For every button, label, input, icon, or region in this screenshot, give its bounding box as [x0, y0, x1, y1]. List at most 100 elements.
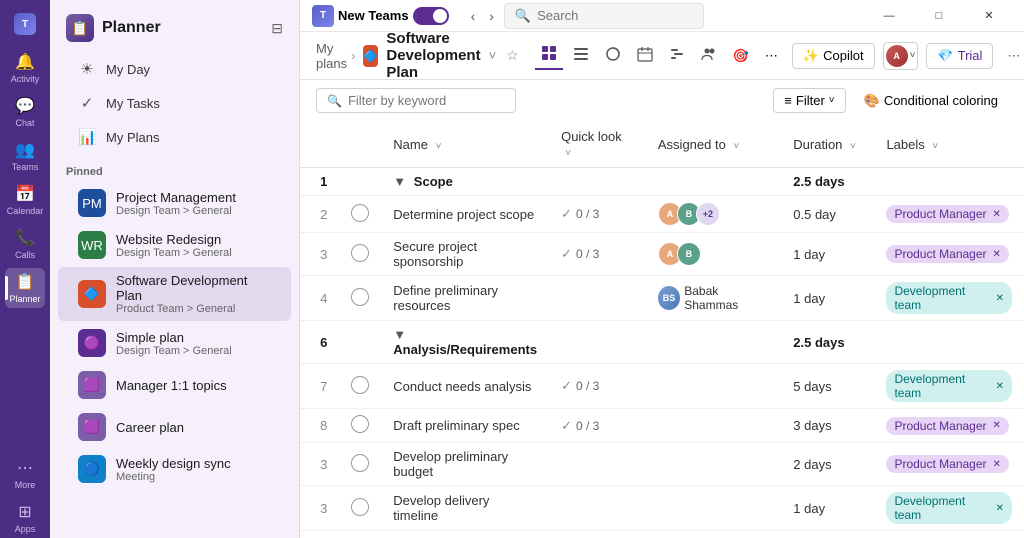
sidebar-expand-btn[interactable]: ⊟ [271, 20, 283, 37]
pinned-software-dev-plan[interactable]: 🔷 Software Development Plan Product Team… [58, 267, 291, 321]
nav-planner[interactable]: 📋 Planner [5, 268, 45, 308]
task-checkbox[interactable] [351, 415, 369, 433]
quick-look: ✓ 0 / 3 [561, 206, 634, 222]
user-avatar: A [886, 45, 908, 67]
group-name: ▼ Design [381, 531, 549, 538]
pinned-manager-topics[interactable]: 🟪 Manager 1:1 topics [58, 365, 291, 405]
task-checkbox[interactable] [351, 204, 369, 222]
nav-back[interactable]: ‹ [467, 4, 480, 28]
tag-label: Product Manager ✕ [886, 205, 1008, 223]
group-collapse-icon[interactable]: ▼ [393, 174, 406, 189]
task-checkbox[interactable] [351, 288, 369, 306]
tag-label: Product Manager ✕ [886, 417, 1008, 435]
filter-input[interactable] [348, 93, 505, 108]
toggle-switch[interactable] [413, 7, 449, 25]
task-checkbox[interactable] [351, 454, 369, 472]
col-labels[interactable]: Labels ˅ [874, 121, 1024, 168]
task-name: Define preliminary resources [381, 276, 549, 321]
task-checkbox[interactable] [351, 244, 369, 262]
view-goal-icon[interactable]: 🎯 [727, 44, 755, 68]
nav-calendar[interactable]: 📅 Calendar [5, 180, 45, 220]
avatars: BS Babak Shammas [658, 284, 769, 312]
sidebar-title: Planner [102, 19, 161, 37]
view-chart-icon[interactable] [599, 42, 627, 69]
sidebar-item-my-tasks[interactable]: ✓ My Tasks [58, 87, 291, 119]
task-name: Develop preliminary budget [381, 443, 549, 486]
search-box[interactable]: 🔍 [504, 3, 704, 29]
task-checkbox[interactable] [351, 376, 369, 394]
nav-chat[interactable]: 💬 Chat [5, 92, 45, 132]
duration-cell: 2 days [781, 443, 874, 486]
assigned-sort-icon: ˅ [733, 141, 739, 152]
duration-cell: 0.5 day [781, 196, 874, 233]
group-collapse-icon[interactable]: ▼ [393, 327, 406, 342]
nav-teams[interactable]: 👥 Teams [5, 136, 45, 176]
maximize-button[interactable]: □ [916, 0, 962, 32]
pinned-simple-plan[interactable]: 🟣 Simple plan Design Team > General [58, 323, 291, 363]
row-num: 3 [300, 233, 339, 276]
duration-cell: 5 days [781, 364, 874, 409]
nav-activity[interactable]: 🔔 Activity [5, 48, 45, 88]
tag-remove-icon[interactable]: ✕ [993, 459, 1001, 470]
table-header-row: Name ˅ Quick look ˅ Assigned to ˅ Durati… [300, 121, 1024, 168]
table-toolbar: 🔍 ≡ Filter ˅ 🎨 Conditional coloring [300, 80, 1024, 121]
col-name[interactable]: Name ˅ [381, 121, 549, 168]
pinned-project-management[interactable]: PM Project Management Design Team > Gene… [58, 183, 291, 223]
pinned-weekly-design-sync[interactable]: 🔵 Weekly design sync Meeting [58, 449, 291, 489]
window-controls: — □ ✕ [866, 0, 1012, 32]
tag-remove-icon[interactable]: ✕ [996, 293, 1004, 304]
row-num: 2 [300, 196, 339, 233]
search-icon: 🔍 [515, 8, 531, 24]
filter-input-box[interactable]: 🔍 [316, 88, 516, 113]
search-input[interactable] [537, 8, 693, 23]
tag-remove-icon[interactable]: ✕ [996, 503, 1004, 514]
tag-remove-icon[interactable]: ✕ [993, 420, 1001, 431]
nav-apps[interactable]: ⊞ Apps [5, 498, 45, 538]
sidebar-item-my-day[interactable]: ☀ My Day [58, 53, 291, 85]
user-avatar-btn[interactable]: A ˅ [883, 42, 919, 70]
ql-check-icon: ✓ [561, 418, 572, 434]
col-num [300, 121, 339, 168]
avatar-babak: BS [658, 286, 680, 310]
col-quick-look[interactable]: Quick look ˅ [549, 121, 646, 168]
view-list-icon[interactable] [567, 42, 595, 69]
plan-dropdown-icon[interactable]: ˅ [489, 48, 497, 63]
filter-icon: ≡ [784, 93, 792, 108]
view-calendar-icon[interactable] [631, 42, 659, 69]
plan-header: My plans › 🔷 Software Development Plan ˅… [300, 32, 1024, 80]
nav-calls[interactable]: 📞 Calls [5, 224, 45, 264]
my-plans-icon: 📊 [78, 128, 96, 146]
tag-remove-icon[interactable]: ✕ [993, 209, 1001, 220]
filter-button[interactable]: ≡ Filter ˅ [773, 88, 845, 113]
view-grid-icon[interactable] [535, 41, 563, 70]
header-actions: ✨ Copilot A ˅ 💎 Trial ⋯ [792, 42, 1024, 70]
view-more-icon[interactable]: ⋯ [759, 44, 784, 68]
minimize-button[interactable]: — [866, 0, 912, 32]
duration-cell: 1 day [781, 233, 874, 276]
nav-forward[interactable]: › [485, 4, 498, 28]
plan-name: Software Development Plan [386, 30, 480, 81]
view-people-icon[interactable] [695, 42, 723, 69]
close-button[interactable]: ✕ [966, 0, 1012, 32]
col-duration[interactable]: Duration ˅ [781, 121, 874, 168]
more-options-icon[interactable]: ⋯ [1001, 44, 1024, 68]
task-checkbox[interactable] [351, 498, 369, 516]
tag-remove-icon[interactable]: ✕ [996, 381, 1004, 392]
pinned-website-redesign[interactable]: WR Website Redesign Design Team > Genera… [58, 225, 291, 265]
task-name: Draft preliminary spec [381, 409, 549, 443]
view-gantt-icon[interactable] [663, 42, 691, 69]
plan-star-icon[interactable]: ☆ [506, 47, 519, 64]
quick-look: ✓ 0 / 3 [561, 418, 634, 434]
tag-remove-icon[interactable]: ✕ [993, 249, 1001, 260]
breadcrumb-my-plans[interactable]: My plans [316, 41, 347, 71]
pinned-icon-wr: WR [78, 231, 106, 259]
col-assigned-to[interactable]: Assigned to ˅ [646, 121, 781, 168]
conditional-coloring-button[interactable]: 🎨 Conditional coloring [854, 89, 1008, 113]
sidebar-item-my-plans[interactable]: 📊 My Plans [58, 121, 291, 153]
copilot-button[interactable]: ✨ Copilot [792, 43, 875, 69]
nav-more[interactable]: ⋯ More [5, 454, 45, 494]
pinned-career-plan[interactable]: 🟪 Career plan [58, 407, 291, 447]
table-row: 3 Develop delivery timeline 1 day Develo… [300, 486, 1024, 531]
my-day-icon: ☀ [78, 60, 96, 78]
trial-button[interactable]: 💎 Trial [926, 43, 993, 69]
